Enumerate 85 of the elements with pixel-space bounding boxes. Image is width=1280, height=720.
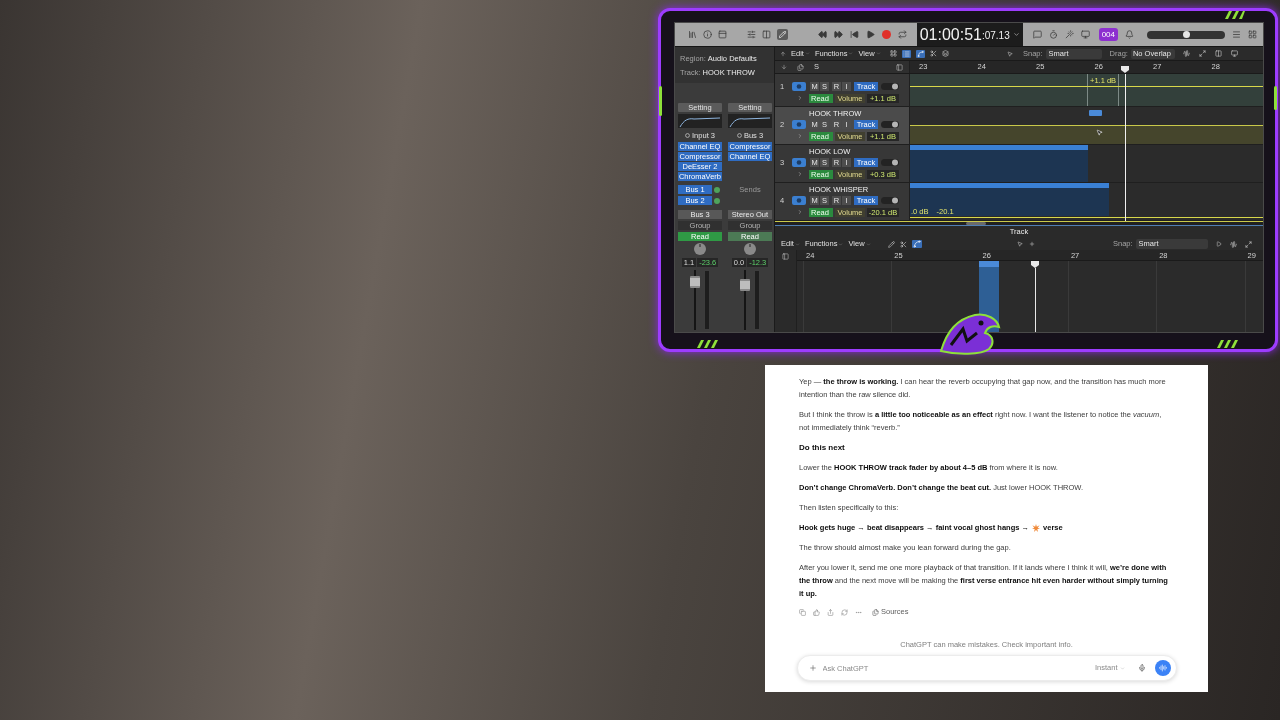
scissors-icon[interactable]	[899, 240, 907, 248]
thumbs-up-icon[interactable]	[813, 608, 820, 616]
track-icon	[792, 157, 806, 167]
curve-icon[interactable]	[911, 240, 922, 248]
track-icon	[792, 195, 806, 205]
zoom-icon[interactable]	[1198, 50, 1206, 57]
play-icon[interactable]	[865, 30, 875, 39]
track-icon	[792, 81, 806, 91]
track-icon	[792, 119, 806, 129]
ring-icon	[685, 133, 691, 138]
wand-icon[interactable]	[1064, 30, 1074, 39]
curve-icon[interactable]	[915, 49, 925, 58]
rewind-icon[interactable]	[817, 30, 827, 39]
sources-icon[interactable]	[872, 608, 879, 616]
zoom-icon[interactable]	[1244, 240, 1252, 248]
waveform-icon[interactable]	[1182, 50, 1190, 57]
volume-thumb[interactable]	[1182, 31, 1190, 38]
share-icon[interactable]	[827, 608, 834, 616]
monitor-icon[interactable]	[1230, 50, 1238, 57]
message-icon[interactable]	[1032, 30, 1042, 39]
grid-icon[interactable]	[1248, 30, 1257, 39]
fader-cap[interactable]	[690, 276, 700, 288]
region-marker-icon	[1089, 110, 1102, 116]
record-icon[interactable]	[881, 30, 891, 39]
panel-icon[interactable]	[782, 253, 789, 260]
plus-icon[interactable]	[1029, 241, 1035, 247]
menu-icon[interactable]	[1232, 30, 1241, 39]
waveform-icon[interactable]	[1158, 664, 1167, 672]
scrollbar-thumb[interactable]	[966, 222, 986, 225]
waveform-icon[interactable]	[1229, 240, 1237, 248]
chevron-icon[interactable]	[797, 95, 803, 101]
arrow-up-icon[interactable]	[780, 50, 786, 57]
track-switch-icon[interactable]	[881, 120, 899, 128]
play-icon[interactable]	[1215, 241, 1222, 247]
ring-icon	[736, 133, 742, 138]
track-switch-icon[interactable]	[881, 82, 899, 90]
track-switch-icon[interactable]	[881, 196, 899, 204]
audio-region[interactable]	[910, 145, 1088, 182]
track-switch-icon[interactable]	[881, 158, 899, 166]
count-badge[interactable]: 004	[1098, 28, 1118, 41]
library-icon[interactable]	[688, 30, 697, 39]
eq-curve-icon[interactable]	[728, 114, 772, 128]
timer-icon[interactable]	[1048, 30, 1058, 39]
grid-icon[interactable]	[889, 50, 897, 57]
neon-stripes-icon	[697, 340, 721, 348]
mouse-cursor-icon	[1096, 129, 1103, 136]
pan-knob-icon[interactable]	[744, 243, 756, 255]
eq-curve-icon[interactable]	[678, 114, 722, 128]
voice-mode-button[interactable]	[1154, 660, 1171, 676]
chevron-icon[interactable]	[797, 209, 803, 215]
skip-back-icon[interactable]	[849, 30, 859, 39]
layers-icon[interactable]	[941, 50, 949, 57]
neon-stripes-icon	[1217, 340, 1241, 348]
master-volume-slider[interactable]	[1147, 30, 1225, 39]
bell-icon[interactable]	[1125, 30, 1134, 39]
pointer-icon[interactable]	[1017, 241, 1023, 247]
info-icon[interactable]	[703, 30, 712, 39]
files-icon[interactable]	[797, 63, 804, 71]
microphone-icon[interactable]	[1137, 664, 1146, 672]
fast-forward-icon[interactable]	[833, 30, 843, 39]
arrow-down-icon[interactable]	[781, 64, 787, 70]
chevron-icon[interactable]	[797, 171, 803, 177]
cycle-icon[interactable]	[897, 30, 907, 39]
chevron-icon[interactable]	[797, 133, 803, 139]
timecode-text: 01:00:51	[919, 24, 982, 45]
plus-icon[interactable]	[808, 664, 817, 672]
response-heading: Do this next	[799, 442, 846, 454]
panel-icon[interactable]	[718, 30, 727, 39]
explosion-icon	[1032, 523, 1041, 532]
list-icon[interactable]	[901, 49, 911, 58]
caret-icon[interactable]	[1012, 31, 1020, 38]
copy-icon[interactable]	[799, 608, 806, 616]
pointer-icon[interactable]	[1007, 50, 1013, 57]
neon-side-bar	[1274, 86, 1277, 110]
pan-knob-icon[interactable]	[694, 243, 706, 255]
sliders-icon[interactable]	[747, 30, 756, 39]
pencil-icon[interactable]	[887, 240, 895, 248]
neon-side-bar	[659, 86, 662, 116]
timecode-subframes: :07.13	[981, 29, 1010, 43]
fader-cap[interactable]	[740, 279, 750, 291]
regenerate-icon[interactable]	[841, 608, 848, 616]
monitor-icon[interactable]	[1080, 30, 1090, 39]
panel-icon[interactable]	[896, 63, 903, 71]
columns-icon[interactable]	[762, 30, 771, 39]
scissors-icon[interactable]	[929, 50, 937, 57]
